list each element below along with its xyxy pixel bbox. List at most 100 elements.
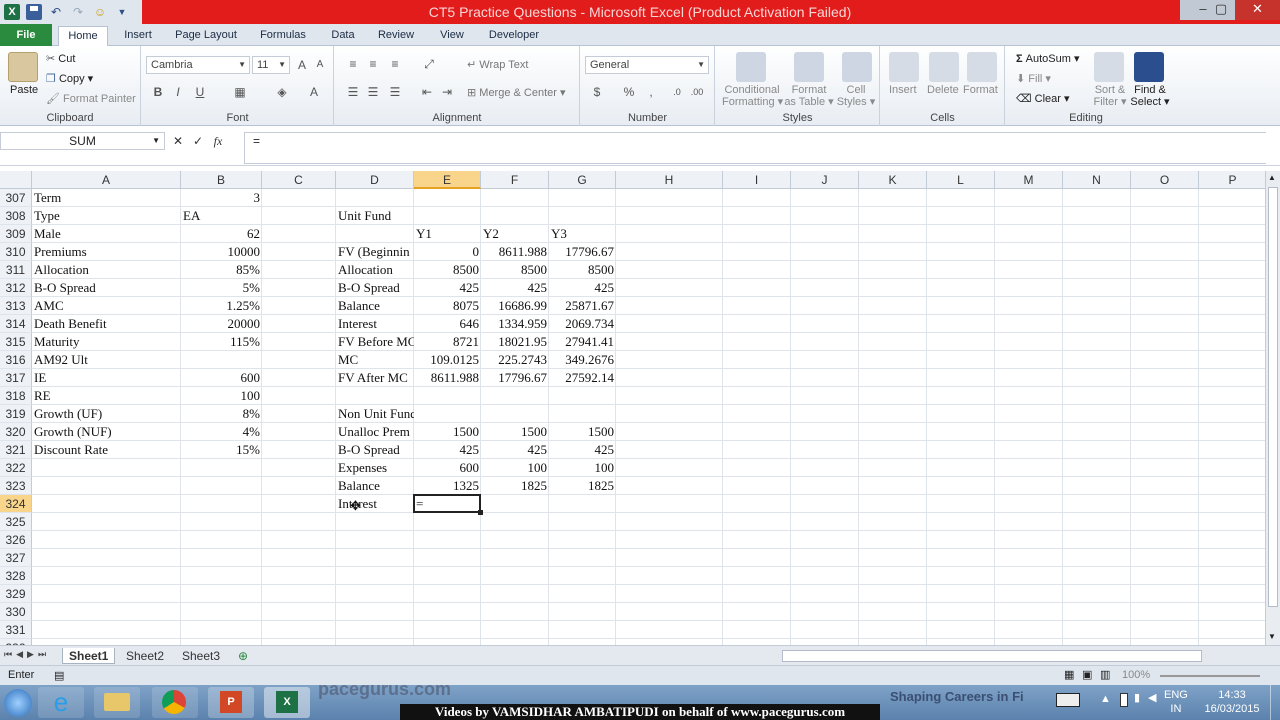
row-header[interactable]: 331 bbox=[0, 621, 32, 639]
tab-review[interactable]: Review bbox=[372, 26, 420, 46]
cell-b320[interactable]: 4% bbox=[181, 423, 262, 441]
insert-function-icon[interactable]: fx bbox=[210, 134, 226, 149]
cell-a319[interactable]: Growth (UF) bbox=[32, 405, 181, 423]
tab-view[interactable]: View bbox=[432, 26, 472, 46]
row-header[interactable]: 330 bbox=[0, 603, 32, 621]
row-header[interactable]: 326 bbox=[0, 531, 32, 549]
cell-a312[interactable]: B-O Spread bbox=[32, 279, 181, 297]
tab-home[interactable]: Home bbox=[58, 26, 108, 47]
cell-e320[interactable]: 1500 bbox=[414, 423, 481, 441]
scroll-up-icon[interactable]: ▲ bbox=[1268, 173, 1276, 182]
horizontal-scroll-thumb[interactable] bbox=[782, 650, 1202, 662]
fill-color-icon[interactable]: ◈ bbox=[274, 84, 290, 100]
cell-d308[interactable]: Unit Fund bbox=[336, 207, 414, 225]
column-header-g[interactable]: G bbox=[549, 171, 616, 189]
wrap-text-button[interactable]: ↵ Wrap Text bbox=[467, 58, 528, 71]
cell-g322[interactable]: 100 bbox=[549, 459, 616, 477]
column-header-h[interactable]: H bbox=[616, 171, 723, 189]
sheet-tab-2[interactable]: Sheet2 bbox=[120, 648, 170, 664]
cell-e309[interactable]: Y1 bbox=[414, 225, 481, 243]
cell-a321[interactable]: Discount Rate bbox=[32, 441, 181, 459]
cell-d323[interactable]: Balance bbox=[336, 477, 414, 495]
align-middle-icon[interactable]: ≡ bbox=[365, 56, 381, 72]
cell-styles-icon[interactable] bbox=[842, 52, 872, 82]
cell-e316[interactable]: 109.0125 bbox=[414, 351, 481, 369]
vertical-scrollbar[interactable]: ▲ ▼ bbox=[1265, 171, 1280, 645]
cell-b321[interactable]: 15% bbox=[181, 441, 262, 459]
sheet-nav-arrows[interactable]: ⏮◀▶⏭ bbox=[4, 649, 50, 660]
clock[interactable]: 14:33 16/03/2015 bbox=[1200, 688, 1264, 716]
find-select-button[interactable]: Find & Select ▾ bbox=[1130, 84, 1170, 108]
delete-cells-icon[interactable] bbox=[929, 52, 959, 82]
volume-icon[interactable]: ◀ bbox=[1148, 691, 1156, 704]
tab-file[interactable]: File bbox=[0, 24, 52, 46]
conditional-formatting-button[interactable]: Conditional Formatting ▾ bbox=[722, 84, 783, 108]
tab-developer[interactable]: Developer bbox=[484, 26, 544, 46]
language-indicator[interactable]: ENG IN bbox=[1164, 688, 1188, 716]
tab-data[interactable]: Data bbox=[324, 26, 362, 46]
zoom-slider[interactable] bbox=[1160, 675, 1260, 677]
column-header-f[interactable]: F bbox=[481, 171, 549, 189]
show-desktop-button[interactable] bbox=[1270, 685, 1280, 720]
conditional-formatting-icon[interactable] bbox=[736, 52, 766, 82]
cell-g314[interactable]: 2069.734 bbox=[549, 315, 616, 333]
row-header[interactable]: 309 bbox=[0, 225, 32, 243]
increase-decimal-icon[interactable]: .0 bbox=[669, 84, 685, 100]
row-header[interactable]: 310 bbox=[0, 243, 32, 261]
format-as-table-button[interactable]: Format as Table ▾ bbox=[784, 84, 834, 108]
cell-f311[interactable]: 8500 bbox=[481, 261, 549, 279]
cell-a318[interactable]: RE bbox=[32, 387, 181, 405]
smiley-icon[interactable]: ☺ bbox=[92, 4, 108, 20]
cell-e323[interactable]: 1325 bbox=[414, 477, 481, 495]
cell-d311[interactable]: Allocation bbox=[336, 261, 414, 279]
align-top-icon[interactable]: ≡ bbox=[345, 56, 361, 72]
copy-button[interactable]: ❐ Copy ▾ bbox=[46, 72, 93, 85]
cell-b315[interactable]: 115% bbox=[181, 333, 262, 351]
powerpoint-icon[interactable]: P bbox=[208, 687, 254, 718]
delete-cells-button[interactable]: Delete bbox=[927, 84, 959, 96]
cell-g312[interactable]: 425 bbox=[549, 279, 616, 297]
cell-b314[interactable]: 20000 bbox=[181, 315, 262, 333]
cell-f320[interactable]: 1500 bbox=[481, 423, 549, 441]
cell-e312[interactable]: 425 bbox=[414, 279, 481, 297]
file-explorer-icon[interactable] bbox=[94, 687, 140, 718]
column-header-o[interactable]: O bbox=[1131, 171, 1199, 189]
cell-g311[interactable]: 8500 bbox=[549, 261, 616, 279]
clear-button[interactable]: ⌫ Clear ▾ bbox=[1016, 92, 1070, 105]
cell-a307[interactable]: Term bbox=[32, 189, 181, 207]
cell-b311[interactable]: 85% bbox=[181, 261, 262, 279]
cell-a311[interactable]: Allocation bbox=[32, 261, 181, 279]
sort-filter-icon[interactable] bbox=[1094, 52, 1124, 82]
cell-g316[interactable]: 349.2676 bbox=[549, 351, 616, 369]
cell-g321[interactable]: 425 bbox=[549, 441, 616, 459]
row-header[interactable]: 321 bbox=[0, 441, 32, 459]
column-header-a[interactable]: A bbox=[32, 171, 181, 189]
cell-d321[interactable]: B-O Spread bbox=[336, 441, 414, 459]
insert-cells-button[interactable]: Insert bbox=[889, 84, 917, 96]
row-header[interactable]: 314 bbox=[0, 315, 32, 333]
font-color-icon[interactable]: A bbox=[306, 84, 322, 100]
cell-d316[interactable]: MC bbox=[336, 351, 414, 369]
merge-center-button[interactable]: ⊞ Merge & Center ▾ bbox=[467, 86, 566, 99]
cell-d324[interactable]: Interest bbox=[336, 495, 414, 513]
cell-d310[interactable]: FV (Beginnin bbox=[336, 243, 414, 261]
network-icon[interactable]: ▮ bbox=[1134, 691, 1140, 704]
row-header[interactable]: 317 bbox=[0, 369, 32, 387]
orientation-icon[interactable]: ⤢ bbox=[421, 56, 437, 72]
row-header[interactable]: 329 bbox=[0, 585, 32, 603]
row-header[interactable]: 320 bbox=[0, 423, 32, 441]
cell-b317[interactable]: 600 bbox=[181, 369, 262, 387]
cell-g309[interactable]: Y3 bbox=[549, 225, 616, 243]
tab-page-layout[interactable]: Page Layout bbox=[170, 26, 242, 46]
scroll-down-icon[interactable]: ▼ bbox=[1268, 632, 1276, 641]
cell-f321[interactable]: 425 bbox=[481, 441, 549, 459]
cell-styles-button[interactable]: Cell Styles ▾ bbox=[836, 84, 876, 108]
decrease-indent-icon[interactable]: ⇤ bbox=[419, 84, 435, 100]
row-header[interactable]: 316 bbox=[0, 351, 32, 369]
font-size-dropdown[interactable]: 11 ▼ bbox=[252, 56, 290, 74]
cell-f314[interactable]: 1334.959 bbox=[481, 315, 549, 333]
column-header-n[interactable]: N bbox=[1063, 171, 1131, 189]
cell-e324[interactable]: = bbox=[414, 495, 481, 513]
excel-logo-icon[interactable]: X bbox=[4, 4, 20, 20]
column-header-l[interactable]: L bbox=[927, 171, 995, 189]
